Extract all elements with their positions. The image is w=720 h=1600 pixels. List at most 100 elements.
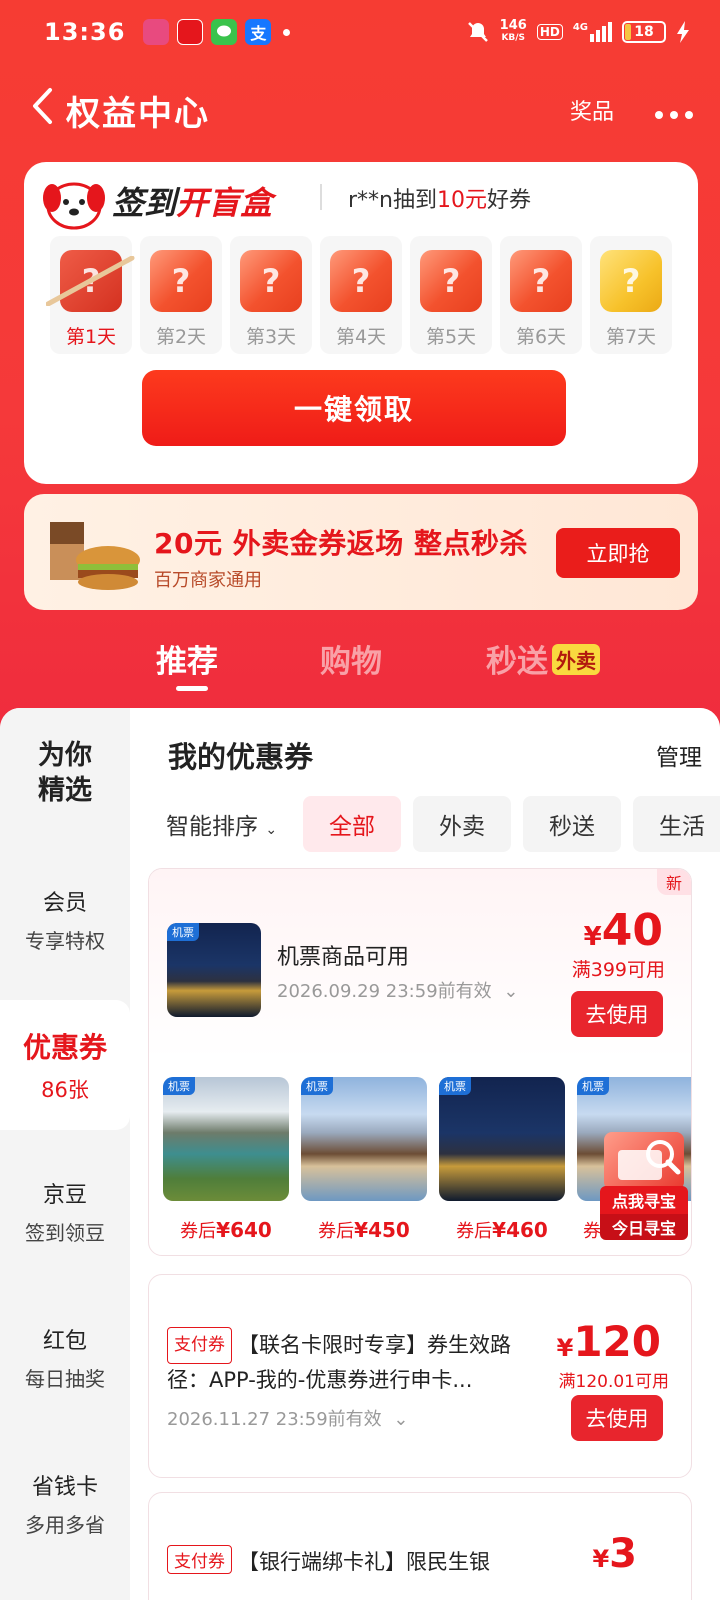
sidebar-item-jingdou[interactable]: 京豆 签到领豆: [4, 1146, 126, 1276]
treasure-label: 点我寻宝: [600, 1186, 688, 1214]
category-tabs: 推荐 购物 秒送 外卖: [0, 636, 720, 696]
takeout-badge: 外卖: [552, 644, 600, 675]
mute-icon: [467, 22, 488, 42]
day-3-box[interactable]: ? 第3天: [230, 236, 312, 354]
day-5-box[interactable]: ? 第5天: [410, 236, 492, 354]
payment-coupon-tag: 支付券: [167, 1545, 232, 1574]
coupon-name: 机票商品可用: [277, 945, 410, 970]
day-2-box[interactable]: ? 第2天: [140, 236, 222, 354]
product-item[interactable]: 机票 券后¥460: [439, 1077, 565, 1243]
treasure-box-icon: [604, 1132, 684, 1190]
use-coupon-button[interactable]: 去使用: [571, 991, 663, 1037]
filter-takeout[interactable]: 外卖: [413, 796, 512, 852]
sidebar-item-featured[interactable]: 为你精选: [4, 708, 126, 838]
coupon-expiry[interactable]: 2026.11.27 23:59前有效 ⌄: [167, 1405, 408, 1431]
signin-title: 签到开盲盒: [112, 184, 273, 222]
page-header: 权益中心 奖品: [30, 80, 694, 140]
back-button[interactable]: [30, 87, 54, 133]
coupon-amount: ¥120: [556, 1317, 661, 1366]
section-title: 我的优惠券: [168, 740, 314, 774]
coupon-expiry[interactable]: 2026.09.29 23:59前有效 ⌄: [277, 977, 518, 1003]
day-6-box[interactable]: ? 第6天: [500, 236, 582, 354]
coupon-description: 支付券 【联名卡限时专享】券生效路径：APP-我的-优惠券进行申卡...: [167, 1327, 527, 1397]
coupon-description: 支付券 【银行端绑卡礼】限民生银: [167, 1545, 547, 1576]
filter-all[interactable]: 全部: [303, 796, 402, 852]
coupon-amount: ¥3: [592, 1531, 637, 1577]
prize-link[interactable]: 奖品: [570, 94, 614, 126]
coupon-filters: 智能排序 ⌄ 全部 外卖 秒送 生活: [166, 796, 720, 852]
payment-coupon-tag: 支付券: [167, 1327, 232, 1364]
status-time: 13:36: [44, 18, 126, 46]
coupon-condition: 满120.01可用: [558, 1372, 669, 1392]
signin-ticker: r**n抽到10元好券: [348, 188, 532, 213]
sidebar-item-coupons[interactable]: 优惠券 86张: [0, 1000, 130, 1130]
battery-icon: 18: [622, 21, 666, 43]
more-button[interactable]: [654, 93, 694, 128]
payment-coupon-card[interactable]: 支付券 【联名卡限时专享】券生效路径：APP-我的-优惠券进行申卡... 2026…: [148, 1274, 692, 1478]
promo-subtitle: 百万商家通用: [154, 570, 262, 591]
signin-days: ? 第1天 ?第2天 ?第3天 ?第4天 ?第5天 ?第6天 ?第7天: [46, 236, 672, 354]
sidebar-item-saving-card[interactable]: 省钱卡 多用多省: [4, 1438, 126, 1568]
payment-coupon-card[interactable]: 支付券 【银行端绑卡礼】限民生银 ¥3: [148, 1492, 692, 1600]
status-bar: 13:36 支 146 KB/S HD 4G 18: [44, 14, 690, 50]
sidebar-item-red-packet[interactable]: 红包 每日抽奖: [4, 1292, 126, 1422]
coupon-amount: ¥40: [583, 905, 663, 956]
chevron-left-icon: [33, 88, 52, 124]
mystery-box-icon: ?: [240, 250, 302, 312]
product-image: 机票: [163, 1077, 289, 1201]
day-1-box[interactable]: ? 第1天: [46, 236, 135, 354]
product-item[interactable]: 机票 券后¥450: [301, 1077, 427, 1243]
hd-icon: HD: [536, 24, 563, 40]
alipay-icon: 支: [245, 19, 272, 45]
tab-delivery[interactable]: 秒送 外卖: [486, 636, 600, 681]
new-badge: 新: [657, 869, 691, 895]
filter-life[interactable]: 生活: [633, 796, 720, 852]
treasure-sublabel: 今日寻宝: [600, 1214, 688, 1240]
more-dots-icon: [655, 110, 693, 119]
divider: [320, 184, 322, 210]
coupon-condition: 满399可用: [571, 959, 665, 981]
app-icon-2: [177, 19, 204, 45]
product-price: 券后¥460: [456, 1218, 548, 1242]
messages-icon: [211, 19, 238, 45]
mystery-box-icon: ?: [330, 250, 392, 312]
jd-dog-mascot-icon: [43, 182, 105, 230]
day-7-box[interactable]: ? 第7天: [590, 236, 672, 354]
gold-mystery-box-icon: ?: [600, 250, 662, 312]
coffee-burger-image: [50, 522, 140, 590]
promo-title: 20元 外卖金券返场 整点秒杀: [154, 527, 528, 560]
filter-express[interactable]: 秒送: [523, 796, 622, 852]
grab-now-button[interactable]: 立即抢: [556, 528, 680, 578]
product-price: 券后¥450: [318, 1218, 410, 1242]
treasure-hunt-widget[interactable]: 点我寻宝 今日寻宝: [600, 1132, 688, 1240]
network-speed: 146 KB/S: [499, 18, 527, 43]
opened-box-icon: ?: [46, 250, 135, 312]
sort-dropdown[interactable]: 智能排序 ⌄: [166, 807, 277, 841]
more-notifications-dot: [283, 28, 291, 36]
mystery-box-icon: ?: [510, 250, 572, 312]
claim-all-button[interactable]: 一键领取: [142, 370, 566, 446]
promo-banner[interactable]: 20元 外卖金券返场 整点秒杀 百万商家通用 立即抢: [24, 494, 698, 610]
app-icon-1: [143, 19, 170, 45]
charging-icon: [677, 21, 689, 43]
product-price: 券后¥640: [180, 1218, 272, 1242]
signin-card: 签到开盲盒 r**n抽到10元好券 ? 第1天 ?第2天 ?第3天 ?第4天 ?…: [24, 162, 698, 484]
tab-recommend[interactable]: 推荐: [156, 636, 218, 681]
sidebar-item-membership[interactable]: 会员 专享特权: [4, 854, 126, 984]
signal-icon: 4G: [573, 22, 612, 42]
active-tab-indicator: [176, 686, 208, 691]
day-4-box[interactable]: ? 第4天: [320, 236, 402, 354]
mystery-box-icon: ?: [150, 250, 212, 312]
chevron-down-icon: ⌄: [265, 822, 278, 838]
use-coupon-button[interactable]: 去使用: [571, 1395, 663, 1441]
product-image: 机票: [301, 1077, 427, 1201]
mystery-box-icon: ?: [420, 250, 482, 312]
manage-button[interactable]: 管理: [656, 738, 702, 772]
tab-shopping[interactable]: 购物: [320, 636, 382, 681]
chevron-down-icon: ⌄: [393, 1409, 409, 1430]
sidebar: 为你精选 会员 专享特权 优惠券 86张 京豆 签到领豆 红包 每日抽奖 省钱卡…: [0, 708, 130, 1600]
product-image: 机票: [439, 1077, 565, 1201]
product-item[interactable]: 机票 券后¥640: [163, 1077, 289, 1243]
page-title: 权益中心: [66, 93, 210, 134]
flight-thumbnail: 机票: [167, 923, 261, 1017]
